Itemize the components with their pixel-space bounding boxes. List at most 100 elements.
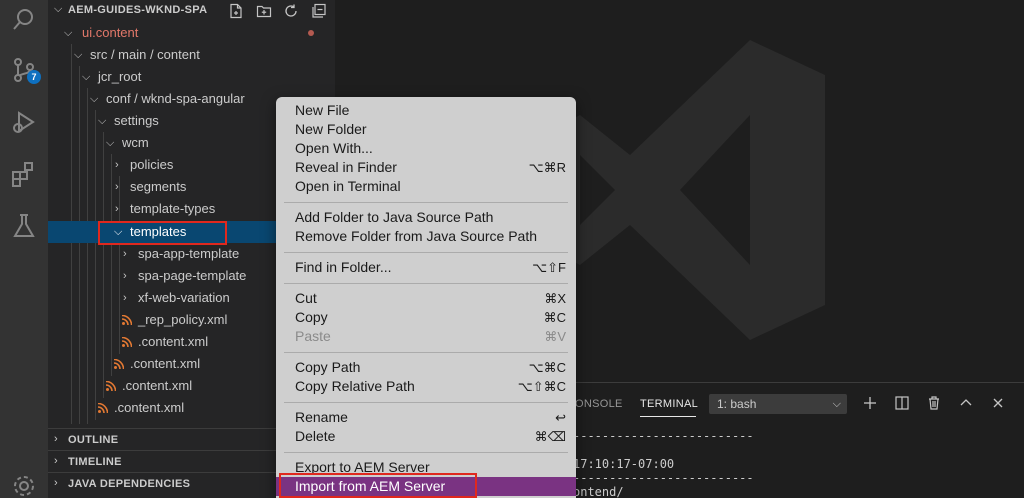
tree-item-label: src / main / content xyxy=(90,47,200,62)
close-icon[interactable] xyxy=(990,395,1006,411)
menu-shortcut: ⌥⌘R xyxy=(528,160,566,175)
tree-item-label: policies xyxy=(130,157,174,172)
activity-bar: 7 xyxy=(0,0,48,498)
new-folder-icon[interactable] xyxy=(256,3,272,19)
terminal-select[interactable]: 1: bash ⌵ xyxy=(709,394,847,414)
menu-separator xyxy=(284,283,568,284)
chevron-down-icon: ⌵ xyxy=(90,93,99,105)
tree-item-src-main-content[interactable]: ⌵ src / main / content xyxy=(48,44,335,66)
menu-separator xyxy=(284,402,568,403)
chevron-right-icon: › xyxy=(123,248,127,260)
tree-item-label: .content.xml xyxy=(122,378,193,393)
chevron-right-icon: › xyxy=(54,455,58,467)
menu-shortcut: ⌘V xyxy=(544,329,566,344)
menu-item-label: Reveal in Finder xyxy=(295,159,397,175)
vscode-watermark-icon xyxy=(555,40,825,340)
menu-item-label: Add Folder to Java Source Path xyxy=(295,209,494,225)
menu-item-label: New Folder xyxy=(295,121,367,137)
tree-item-jcr-root[interactable]: ⌵ jcr_root xyxy=(48,66,335,88)
menu-item-label: Find in Folder... xyxy=(295,259,392,275)
explorer-header[interactable]: ⌵ AEM-GUIDES-WKND-SPA xyxy=(48,0,335,22)
menu-separator xyxy=(284,202,568,203)
menu-item-cut[interactable]: Cut ⌘X xyxy=(276,289,576,308)
tree-item-label: ui.content xyxy=(82,25,139,40)
chevron-right-icon: › xyxy=(54,433,58,445)
tree-item-label: .content.xml xyxy=(130,356,201,371)
collapse-all-icon[interactable] xyxy=(311,3,327,19)
run-debug-icon[interactable] xyxy=(10,108,38,136)
explorer-icon[interactable] xyxy=(10,6,38,34)
tree-item-label: .content.xml xyxy=(138,334,209,349)
tree-item-label: jcr_root xyxy=(98,69,142,84)
modified-indicator xyxy=(308,30,314,36)
menu-item-new-file[interactable]: New File xyxy=(276,101,576,120)
menu-shortcut: ⌥⇧⌘C xyxy=(517,379,566,394)
menu-item-open-in-terminal[interactable]: Open in Terminal xyxy=(276,177,576,196)
workspace-title: AEM-GUIDES-WKND-SPA xyxy=(68,4,208,16)
chevron-down-icon: ⌵ xyxy=(64,27,73,39)
scm-badge: 7 xyxy=(27,70,41,84)
split-terminal-icon[interactable] xyxy=(894,395,910,411)
active-tab-indicator xyxy=(640,416,696,417)
trash-icon[interactable] xyxy=(926,395,942,411)
chevron-down-icon: ⌵ xyxy=(832,398,841,410)
chevron-down-icon: ⌵ xyxy=(54,3,63,15)
menu-item-rename[interactable]: Rename ↩ xyxy=(276,408,576,427)
tree-item-label: _rep_policy.xml xyxy=(138,312,228,327)
tree-item-label: conf / wknd-spa-angular xyxy=(106,91,245,106)
menu-item-label: Delete xyxy=(295,428,336,444)
menu-item-delete[interactable]: Delete ⌘⌫ xyxy=(276,427,576,446)
menu-separator xyxy=(284,352,568,353)
tree-item-label: segments xyxy=(130,179,187,194)
tab-terminal[interactable]: TERMINAL xyxy=(640,398,698,410)
context-menu: New File New Folder Open With... Reveal … xyxy=(276,97,576,498)
new-file-icon[interactable] xyxy=(228,3,244,19)
tree-item-label: wcm xyxy=(122,135,149,150)
menu-item-label: Cut xyxy=(295,290,317,306)
tree-item-label: xf-web-variation xyxy=(138,290,230,305)
chevron-right-icon: › xyxy=(115,203,119,215)
extensions-icon[interactable] xyxy=(10,160,38,188)
xml-file-icon xyxy=(122,337,132,347)
menu-item-label: Copy Path xyxy=(295,359,361,375)
menu-item-paste: Paste ⌘V xyxy=(276,327,576,346)
tree-item-label: settings xyxy=(114,113,159,128)
menu-item-add-folder-java[interactable]: Add Folder to Java Source Path xyxy=(276,208,576,227)
menu-shortcut: ⌘X xyxy=(544,291,566,306)
chevron-up-icon[interactable] xyxy=(958,395,974,411)
tree-item-label: spa-page-template xyxy=(138,268,247,283)
menu-item-label: Paste xyxy=(295,328,331,344)
menu-item-find-in-folder[interactable]: Find in Folder... ⌥⇧F xyxy=(276,258,576,277)
menu-item-open-with[interactable]: Open With... xyxy=(276,139,576,158)
xml-file-icon xyxy=(114,359,124,369)
annotation-highlight-box xyxy=(98,221,227,245)
menu-item-new-folder[interactable]: New Folder xyxy=(276,120,576,139)
settings-gear-icon[interactable] xyxy=(10,472,38,498)
chevron-down-icon: ⌵ xyxy=(74,49,83,61)
terminal-line: ------------------------- xyxy=(573,429,754,443)
menu-item-reveal-in-finder[interactable]: Reveal in Finder ⌥⌘R xyxy=(276,158,576,177)
testing-icon[interactable] xyxy=(10,212,38,240)
menu-item-copy-relative-path[interactable]: Copy Relative Path ⌥⇧⌘C xyxy=(276,377,576,396)
chevron-down-icon: ⌵ xyxy=(106,137,115,149)
terminal-line: 17:10:17-07:00 xyxy=(573,457,675,471)
chevron-right-icon: › xyxy=(54,477,58,489)
menu-item-label: Open With... xyxy=(295,140,373,156)
menu-item-label: Copy xyxy=(295,309,328,325)
menu-item-copy[interactable]: Copy ⌘C xyxy=(276,308,576,327)
menu-item-label: New File xyxy=(295,102,350,118)
tab-debug-console[interactable]: ONSOLE xyxy=(575,398,623,410)
add-terminal-icon[interactable] xyxy=(862,395,878,411)
chevron-down-icon: ⌵ xyxy=(82,71,91,83)
menu-item-label: Copy Relative Path xyxy=(295,378,415,394)
menu-item-remove-folder-java[interactable]: Remove Folder from Java Source Path xyxy=(276,227,576,246)
refresh-icon[interactable] xyxy=(283,3,299,19)
tree-item-label: template-types xyxy=(130,201,216,216)
chevron-right-icon: › xyxy=(115,181,119,193)
tree-item-ui-content[interactable]: ⌵ ui.content xyxy=(48,22,335,44)
menu-separator xyxy=(284,452,568,453)
menu-item-copy-path[interactable]: Copy Path ⌥⌘C xyxy=(276,358,576,377)
tree-item-label: .content.xml xyxy=(114,400,185,415)
menu-item-label: Remove Folder from Java Source Path xyxy=(295,228,537,244)
menu-shortcut: ↩ xyxy=(555,410,566,425)
